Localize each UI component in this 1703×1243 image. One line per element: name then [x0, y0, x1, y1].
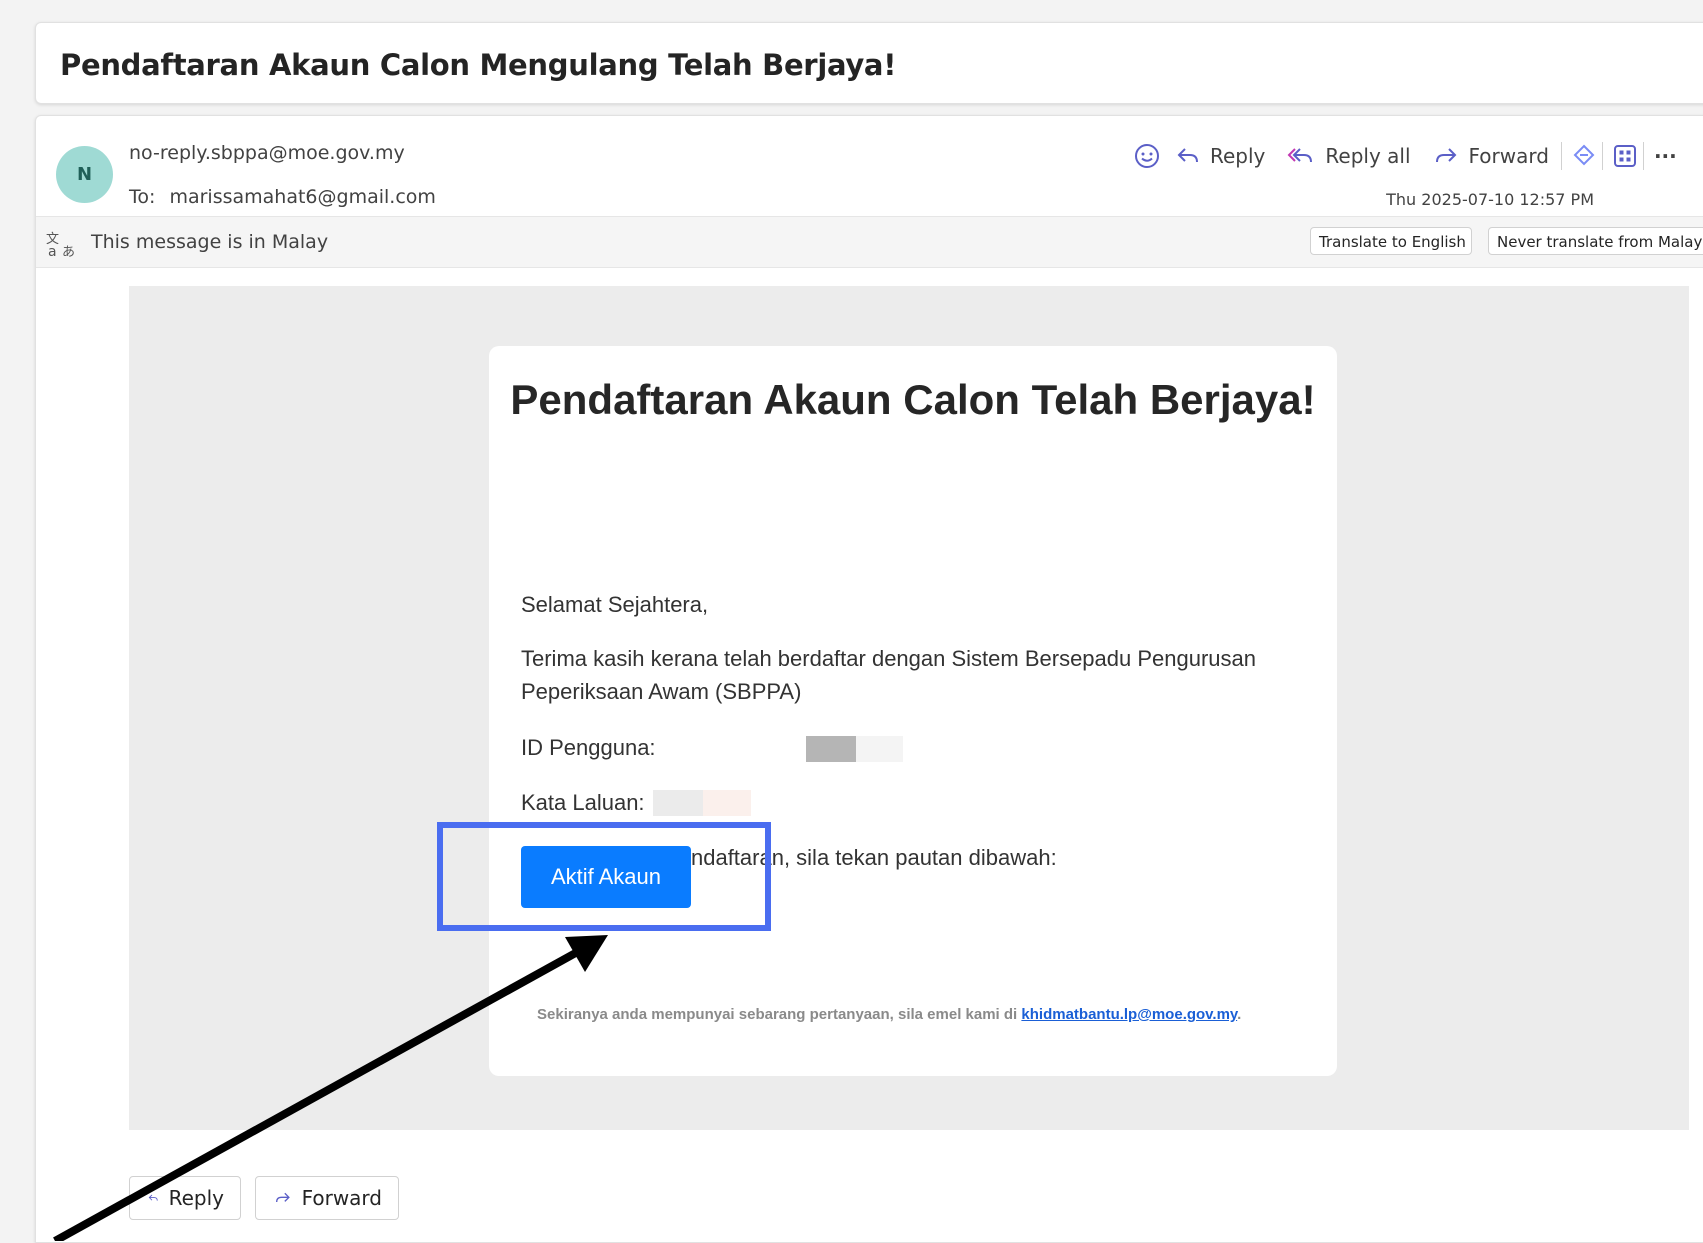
reply-icon [148, 1194, 158, 1201]
translation-notice: This message is in Malay [91, 231, 329, 253]
thanks-text: Terima kasih kerana telah berdaftar deng… [521, 646, 1257, 704]
more-actions-icon[interactable]: ··· [1654, 144, 1677, 168]
message-timestamp: Thu 2025-07-10 12:57 PM [1386, 190, 1594, 209]
forward-label: Forward [1468, 144, 1549, 168]
svg-text:a: a [48, 244, 57, 257]
forward-icon [276, 1192, 290, 1203]
recipient-email[interactable]: marissamahat6@gmail.com [169, 186, 435, 208]
toolbar-divider [1642, 142, 1644, 170]
never-translate-button[interactable]: Never translate from Malay [1488, 227, 1703, 255]
bottom-forward-button[interactable]: Forward [255, 1176, 399, 1220]
email-subject: Pendaftaran Akaun Calon Mengulang Telah … [60, 48, 897, 82]
bottom-reply-label: Reply [168, 1186, 224, 1210]
bottom-forward-label: Forward [301, 1186, 382, 1210]
reply-all-button[interactable]: Reply all [1287, 144, 1411, 168]
footer-text: Sekiranya anda mempunyai sebarang pertan… [537, 1006, 1018, 1023]
message-actions: Reply Reply all Forward ··· [1134, 136, 1699, 176]
apps-icon[interactable] [1613, 144, 1637, 168]
reply-label: Reply [1210, 144, 1266, 168]
bottom-reply-button[interactable]: Reply [129, 1176, 241, 1220]
forward-button[interactable]: Forward [1433, 144, 1549, 168]
highlight-box [437, 822, 771, 931]
password-label: Kata Laluan: [521, 790, 645, 815]
redacted-password [653, 790, 703, 816]
redacted-user-id [806, 736, 856, 762]
footer-note: Sekiranya anda mempunyai sebarang pertan… [537, 1006, 1241, 1023]
email-content-card: Pendaftaran Akaun Calon Telah Berjaya! S… [489, 346, 1337, 1076]
email-body-title: Pendaftaran Akaun Calon Telah Berjaya! [510, 376, 1316, 423]
translation-bar: 文aあ This message is in Malay Translate t… [36, 216, 1703, 268]
message-card: N no-reply.sbppa@moe.gov.my To: marissam… [35, 115, 1703, 1243]
user-id-label: ID Pengguna: [521, 735, 656, 760]
sender-email[interactable]: no-reply.sbppa@moe.gov.my [129, 142, 405, 164]
recipient-line: To: marissamahat6@gmail.com [129, 186, 436, 208]
toolbar-divider [1560, 142, 1562, 170]
emoji-reaction-icon[interactable] [1134, 143, 1160, 169]
support-email-link[interactable]: khidmatbantu.lp@moe.gov.my [1021, 1006, 1237, 1023]
copilot-icon[interactable] [1572, 144, 1596, 168]
email-body-background: Pendaftaran Akaun Calon Telah Berjaya! S… [129, 286, 1689, 1130]
translate-icon: 文aあ [46, 229, 78, 262]
forward-icon [1435, 148, 1456, 163]
subject-bar: Pendaftaran Akaun Calon Mengulang Telah … [35, 22, 1703, 104]
toolbar-divider [1601, 142, 1603, 170]
reply-button[interactable]: Reply [1176, 144, 1265, 168]
greeting-text: Selamat Sejahtera, [521, 592, 709, 617]
sender-avatar[interactable]: N [56, 146, 113, 203]
redacted-user-id [856, 736, 903, 762]
to-label: To: [129, 186, 156, 208]
reply-icon [1177, 148, 1198, 163]
translate-to-english-button[interactable]: Translate to English [1310, 227, 1472, 255]
footer-end: . [1237, 1006, 1242, 1023]
redacted-password [703, 790, 751, 816]
svg-text:あ: あ [62, 245, 75, 257]
reply-all-label: Reply all [1325, 144, 1411, 168]
reply-all-icon [1287, 148, 1313, 163]
